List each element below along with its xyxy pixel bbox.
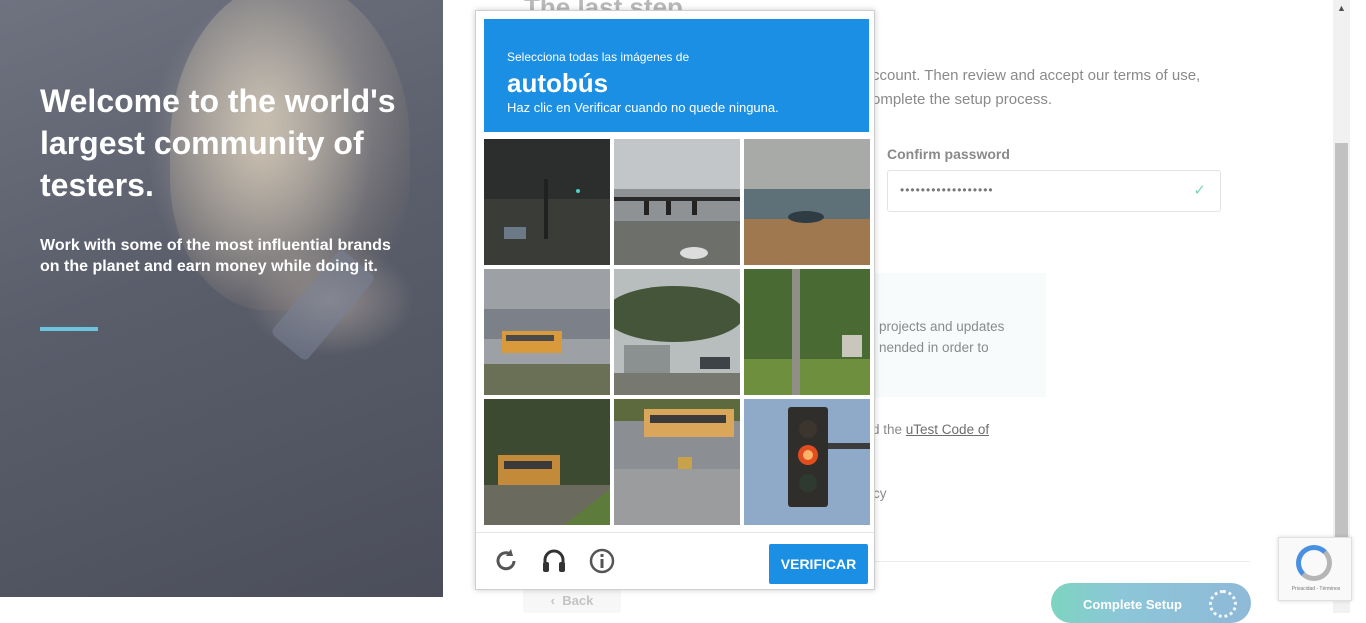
back-button[interactable]: ‹ Back (523, 589, 621, 613)
reload-icon[interactable] (492, 547, 520, 575)
intro-text: ccount. Then review and accept our terms… (872, 67, 1201, 108)
hero-accent-line (40, 327, 98, 331)
captcha-tile-bus-stop-trees[interactable] (614, 269, 740, 395)
code-of-conduct-link[interactable]: uTest Code of (906, 422, 989, 437)
captcha-hint: Haz clic en Verificar cuando no quede ni… (507, 100, 779, 115)
policy-link-fragment[interactable]: cy (873, 486, 887, 501)
headphones-icon[interactable] (540, 547, 568, 575)
complete-setup-button[interactable]: Complete Setup (1051, 583, 1251, 623)
loading-spinner-icon (1209, 590, 1237, 618)
scroll-up-arrow-icon[interactable]: ▲ (1333, 0, 1350, 17)
captcha-tile-intersection-signals[interactable] (614, 139, 740, 265)
form-divider (875, 561, 1250, 562)
confirm-password-field[interactable]: •••••••••••••••••• ✓ (887, 170, 1221, 212)
captcha-tile-school-bus-lot[interactable] (484, 269, 610, 395)
recaptcha-logo-icon (1296, 545, 1332, 581)
confirm-password-label: Confirm password (887, 146, 1010, 162)
scrollbar-thumb[interactable] (1335, 143, 1348, 543)
captcha-challenge: Selecciona todas las imágenes de autobús… (475, 10, 875, 590)
captcha-target: autobús (507, 68, 609, 98)
code-of-conduct-text: d the uTest Code of (872, 422, 989, 437)
recaptcha-terms[interactable]: Privacidad - Términos (1282, 586, 1350, 592)
info-icon[interactable] (588, 547, 616, 575)
complete-setup-label: Complete Setup (1083, 597, 1182, 612)
hero-panel: Welcome to the world's largest community… (0, 0, 443, 597)
captcha-header: Selecciona todas las imágenes de autobús… (484, 19, 869, 132)
captcha-tile-tree-yard[interactable] (744, 269, 870, 395)
code-prefix: d the (872, 422, 906, 437)
hero-title: Welcome to the world's largest community… (40, 83, 396, 203)
captcha-footer: VERIFICAR (476, 532, 874, 590)
back-label: Back (562, 593, 594, 608)
captcha-tile-bus-parking[interactable] (614, 399, 740, 525)
hero-subtitle: Work with some of the most influential b… (40, 237, 391, 275)
captcha-instruction: Selecciona todas las imágenes de (507, 50, 690, 64)
captcha-tile-traffic-light-red[interactable] (744, 399, 870, 525)
captcha-grid (484, 139, 870, 525)
check-icon: ✓ (1193, 182, 1206, 199)
info-text: projects and updates nended in order to (879, 319, 1005, 355)
captcha-tile-dark-street[interactable] (484, 139, 610, 265)
verify-button[interactable]: VERIFICAR (769, 544, 868, 584)
confirm-password-value: •••••••••••••••••• (900, 183, 994, 197)
recaptcha-badge[interactable]: Privacidad - Términos (1278, 537, 1352, 601)
chevron-left-icon: ‹ (550, 593, 556, 608)
captcha-tile-school-bus-trees[interactable] (484, 399, 610, 525)
captcha-tile-field-car[interactable] (744, 139, 870, 265)
